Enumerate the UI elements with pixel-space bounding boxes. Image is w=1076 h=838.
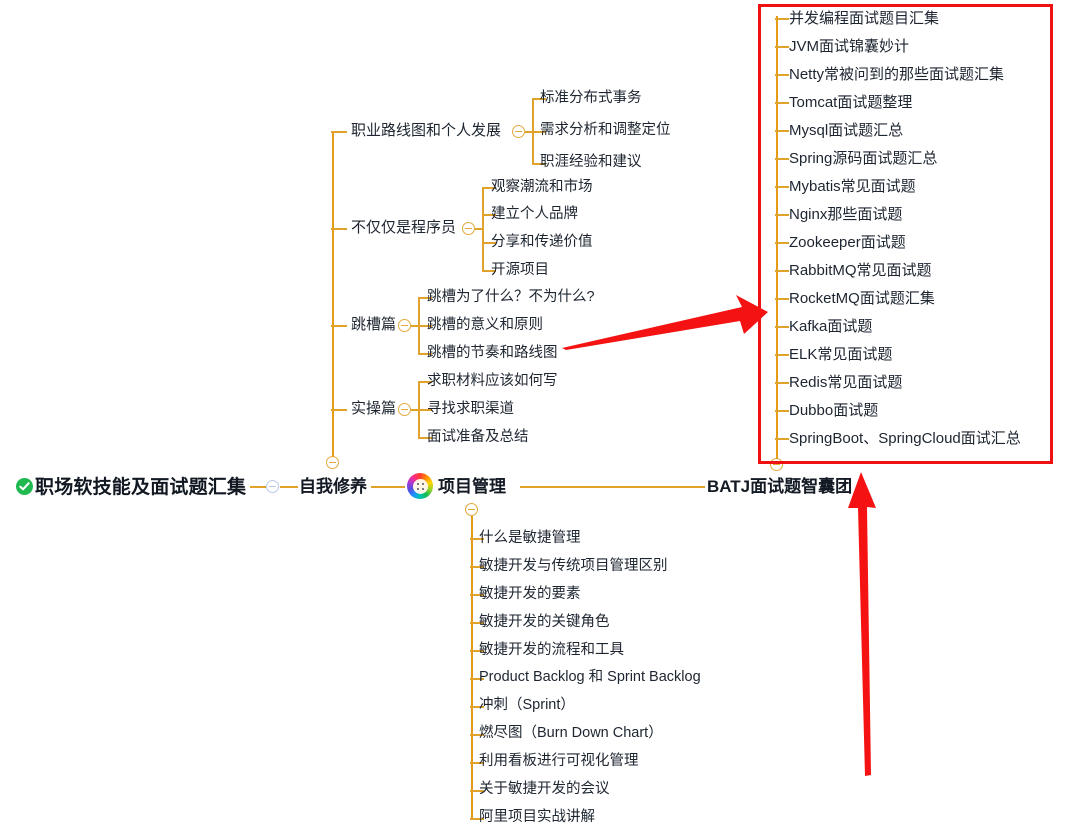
leaf-item[interactable]: Product Backlog 和 Sprint Backlog — [479, 670, 701, 685]
leaf-item[interactable]: 敏捷开发的流程和工具 — [479, 643, 624, 658]
trunk-project-management — [470, 516, 473, 819]
leaf-item[interactable]: 什么是敏捷管理 — [479, 531, 581, 546]
leaf-item[interactable]: 分享和传递价值 — [491, 235, 593, 250]
leaf-item[interactable]: 跳槽的意义和原则 — [427, 318, 543, 333]
leaf-item[interactable]: Mysql面试题汇总 — [789, 123, 903, 138]
root-node-label[interactable]: 职场软技能及面试题汇集 — [35, 478, 246, 497]
leaf-item[interactable]: SpringBoot、SpringCloud面试汇总 — [789, 431, 1021, 446]
leaf-item[interactable]: Tomcat面试题整理 — [789, 95, 912, 110]
leaf-item[interactable]: 并发编程面试题目汇集 — [789, 11, 939, 26]
leaf-item[interactable]: 观察潮流和市场 — [491, 180, 593, 195]
trunk-batj — [775, 16, 778, 459]
leaf-item[interactable]: 敏捷开发的关键角色 — [479, 615, 610, 630]
connector-batj-3 — [775, 74, 789, 76]
connector-batj-10 — [775, 270, 789, 272]
leaf-item[interactable]: 求职材料应该如何写 — [427, 374, 558, 389]
leaf-item[interactable]: 职涯经验和建议 — [540, 155, 642, 170]
connector-batj-2 — [775, 46, 789, 48]
node-career-roadmap[interactable]: 职业路线图和个人发展 — [351, 123, 501, 138]
connector-batj-5 — [775, 130, 789, 132]
branch-project-management-label[interactable]: 项目管理 — [438, 478, 506, 495]
leaf-item[interactable]: 敏捷开发的要素 — [479, 587, 581, 602]
connector-batj-7 — [775, 186, 789, 188]
collapse-toggle-batj[interactable] — [770, 458, 783, 471]
color-wheel-icon — [407, 473, 433, 499]
leaf-item[interactable]: Redis常见面试题 — [789, 375, 902, 390]
leaf-item[interactable]: ELK常见面试题 — [789, 347, 892, 362]
leaf-item[interactable]: Mybatis常见面试题 — [789, 179, 916, 194]
connector-batj-9 — [775, 242, 789, 244]
leaf-item[interactable]: Spring源码面试题汇总 — [789, 151, 937, 166]
leaf-item[interactable]: 敏捷开发与传统项目管理区别 — [479, 559, 668, 574]
leaf-item[interactable]: 需求分析和调整定位 — [540, 123, 671, 138]
connector-batj-4 — [775, 102, 789, 104]
connector-c2 — [331, 228, 347, 230]
collapse-toggle-self-cultivation[interactable] — [326, 456, 339, 469]
mindmap-canvas: 职场软技能及面试题汇集 自我修养 职业路线图和个人发展 标准分布式事务 需求分析… — [0, 0, 1076, 838]
connector-batj-15 — [775, 410, 789, 412]
trunk-more-than-programmer — [482, 187, 484, 271]
leaf-item[interactable]: Netty常被问到的那些面试题汇集 — [789, 67, 1004, 82]
check-circle-icon — [16, 478, 33, 495]
connector-batj-16 — [775, 438, 789, 440]
branch-batj-label[interactable]: BATJ面试题智囊团 — [707, 478, 852, 495]
node-more-than-programmer[interactable]: 不仅仅是程序员 — [351, 220, 456, 235]
leaf-item[interactable]: 跳槽的节奏和路线图 — [427, 346, 558, 361]
leaf-item[interactable]: 阿里项目实战讲解 — [479, 810, 595, 825]
connector-root-2 — [280, 486, 298, 488]
collapse-toggle-root[interactable] — [266, 480, 279, 493]
leaf-item[interactable]: 燃尽图（Burn Down Chart） — [479, 726, 663, 741]
leaf-item[interactable]: 关于敏捷开发的会议 — [479, 782, 610, 797]
connector-to-batj — [520, 486, 705, 488]
leaf-item[interactable]: 面试准备及总结 — [427, 430, 529, 445]
connector-root — [250, 486, 266, 488]
leaf-item[interactable]: 利用看板进行可视化管理 — [479, 754, 639, 769]
leaf-item[interactable]: RocketMQ面试题汇集 — [789, 291, 935, 306]
connector-batj-11 — [775, 298, 789, 300]
leaf-item[interactable]: JVM面试锦囊妙计 — [789, 39, 909, 54]
connector-batj-8 — [775, 214, 789, 216]
leaf-item[interactable]: 开源项目 — [491, 263, 549, 278]
connector-batj-13 — [775, 354, 789, 356]
leaf-item[interactable]: Kafka面试题 — [789, 319, 872, 334]
leaf-item[interactable]: 标准分布式事务 — [540, 91, 642, 106]
red-arrow-diagonal — [562, 295, 768, 350]
leaf-item[interactable]: RabbitMQ常见面试题 — [789, 263, 932, 278]
leaf-item[interactable]: 建立个人品牌 — [491, 207, 578, 222]
collapse-toggle-job-hopping[interactable] — [398, 319, 411, 332]
collapse-toggle-more-than-programmer[interactable] — [462, 222, 475, 235]
collapse-toggle-career-roadmap[interactable] — [512, 125, 525, 138]
connector-c1 — [331, 131, 347, 133]
connector-c3 — [331, 325, 347, 327]
leaf-item[interactable]: 冲刺（Sprint） — [479, 698, 575, 713]
node-practice[interactable]: 实操篇 — [351, 401, 396, 416]
leaf-item[interactable]: Nginx那些面试题 — [789, 207, 902, 222]
node-job-hopping[interactable]: 跳槽篇 — [351, 317, 396, 332]
branch-self-cultivation-label[interactable]: 自我修养 — [299, 478, 367, 495]
connector-batj-1 — [775, 18, 789, 20]
connector-to-project-management — [371, 486, 405, 488]
red-arrow-vertical — [848, 472, 876, 776]
connector-batj-14 — [775, 382, 789, 384]
leaf-item[interactable]: 寻找求职渠道 — [427, 402, 514, 417]
connector-batj-6 — [775, 158, 789, 160]
leaf-item[interactable]: Zookeeper面试题 — [789, 235, 906, 250]
connector-c4 — [331, 409, 347, 411]
connector-batj-12 — [775, 326, 789, 328]
collapse-toggle-practice[interactable] — [398, 403, 411, 416]
collapse-toggle-project-management[interactable] — [465, 503, 478, 516]
leaf-item[interactable]: Dubbo面试题 — [789, 403, 878, 418]
